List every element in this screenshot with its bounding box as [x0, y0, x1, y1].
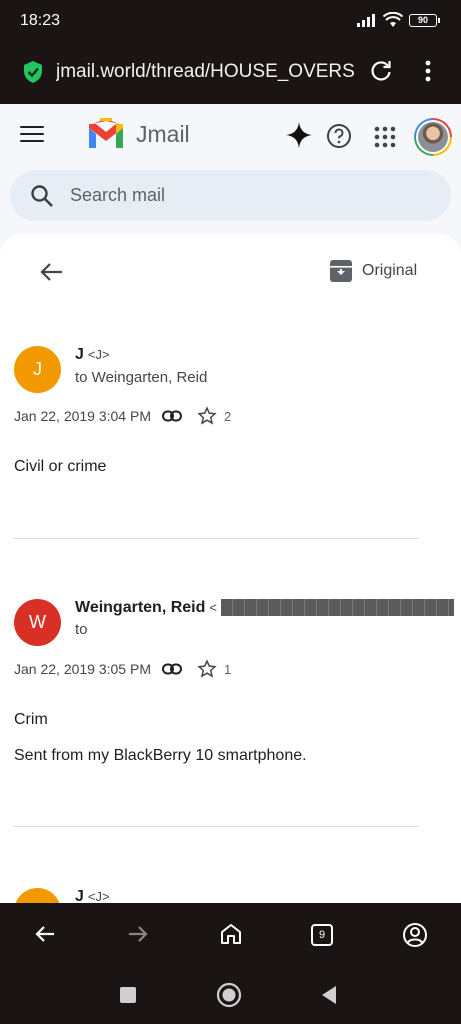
app-name: Jmail: [136, 120, 190, 147]
menu-icon[interactable]: [20, 126, 44, 144]
sparkle-icon[interactable]: [286, 122, 312, 148]
sender-address: <: [209, 600, 217, 615]
message-date: Jan 22, 2019 3:04 PM: [14, 408, 151, 424]
sender-avatar[interactable]: J: [14, 346, 61, 393]
browser-forward-icon[interactable]: [127, 923, 149, 945]
archive-icon: [330, 260, 352, 282]
system-back-icon[interactable]: [320, 985, 338, 1005]
sender-address: <J>: [87, 347, 110, 362]
search-icon[interactable]: [30, 184, 54, 208]
message-body-line: Civil or crime: [14, 458, 107, 475]
star-icon[interactable]: [197, 406, 217, 426]
sender-name: Weingarten, Reid: [75, 599, 206, 616]
sender-avatar[interactable]: J: [14, 888, 61, 903]
account-icon[interactable]: [402, 922, 428, 948]
message-body-line: Sent from my BlackBerry 10 smartphone.: [14, 747, 307, 764]
message-divider: [14, 538, 418, 539]
browser-url-bar: jmail.world/thread/HOUSE_OVERS: [0, 44, 461, 104]
status-time: 18:23: [20, 12, 61, 29]
link-icon[interactable]: [162, 662, 182, 676]
signal-icon: [357, 14, 375, 27]
jmail-logo-icon: [89, 118, 123, 148]
app-header: Jmail: [0, 104, 461, 168]
secure-shield-icon[interactable]: [22, 60, 44, 84]
recipient-line: to: [75, 621, 88, 638]
browser-menu-icon[interactable]: [418, 58, 438, 84]
sender-address: <J>: [87, 889, 110, 903]
wifi-icon: [383, 12, 403, 27]
help-icon[interactable]: [326, 123, 352, 149]
sender-name: J: [75, 888, 84, 903]
redacted-email: [221, 599, 455, 617]
recents-icon[interactable]: [119, 986, 137, 1004]
screen: 18:23 90 jmail.world/thread/HOUSE_OVERS: [0, 0, 461, 1024]
recipient-line: to Weingarten, Reid: [75, 369, 208, 386]
search-bar[interactable]: Search mail: [10, 170, 451, 221]
system-nav-bar: [0, 967, 461, 1024]
tab-switcher-button[interactable]: 9: [311, 924, 333, 946]
message-date: Jan 22, 2019 3:05 PM: [14, 661, 151, 677]
mail-page: Jmail Search mail Original J J <J> to We…: [0, 104, 461, 903]
url-text[interactable]: jmail.world/thread/HOUSE_OVERS: [56, 61, 356, 83]
back-arrow-icon[interactable]: [40, 262, 64, 282]
reload-icon[interactable]: [368, 58, 394, 84]
sender-avatar[interactable]: W: [14, 599, 61, 646]
app-logo[interactable]: Jmail: [86, 118, 190, 150]
star-icon[interactable]: [197, 659, 217, 679]
home-icon[interactable]: [219, 922, 243, 946]
search-placeholder: Search mail: [70, 185, 166, 205]
original-button[interactable]: Original: [330, 260, 417, 282]
star-count: 2: [224, 409, 232, 424]
message-divider: [14, 826, 418, 827]
browser-toolbar: 9: [0, 903, 461, 967]
sender-line: Weingarten, Reid <: [75, 599, 455, 617]
home-button-icon[interactable]: [216, 982, 242, 1008]
sender-name: J: [75, 346, 84, 363]
sender-line: J <J>: [75, 888, 110, 903]
apps-grid-icon[interactable]: [374, 126, 396, 148]
thread-card: Original J J <J> to Weingarten, Reid Jan …: [0, 234, 461, 903]
status-bar: 18:23 90: [0, 0, 461, 44]
status-icons: 90: [357, 12, 440, 28]
battery-icon: 90: [409, 13, 440, 27]
link-icon[interactable]: [162, 409, 182, 423]
sender-line: J <J>: [75, 346, 110, 364]
original-label: Original: [362, 262, 418, 279]
message-body-line: Crim: [14, 711, 48, 728]
star-count: 1: [224, 662, 232, 677]
browser-back-icon[interactable]: [34, 923, 56, 945]
account-avatar[interactable]: [414, 118, 452, 156]
